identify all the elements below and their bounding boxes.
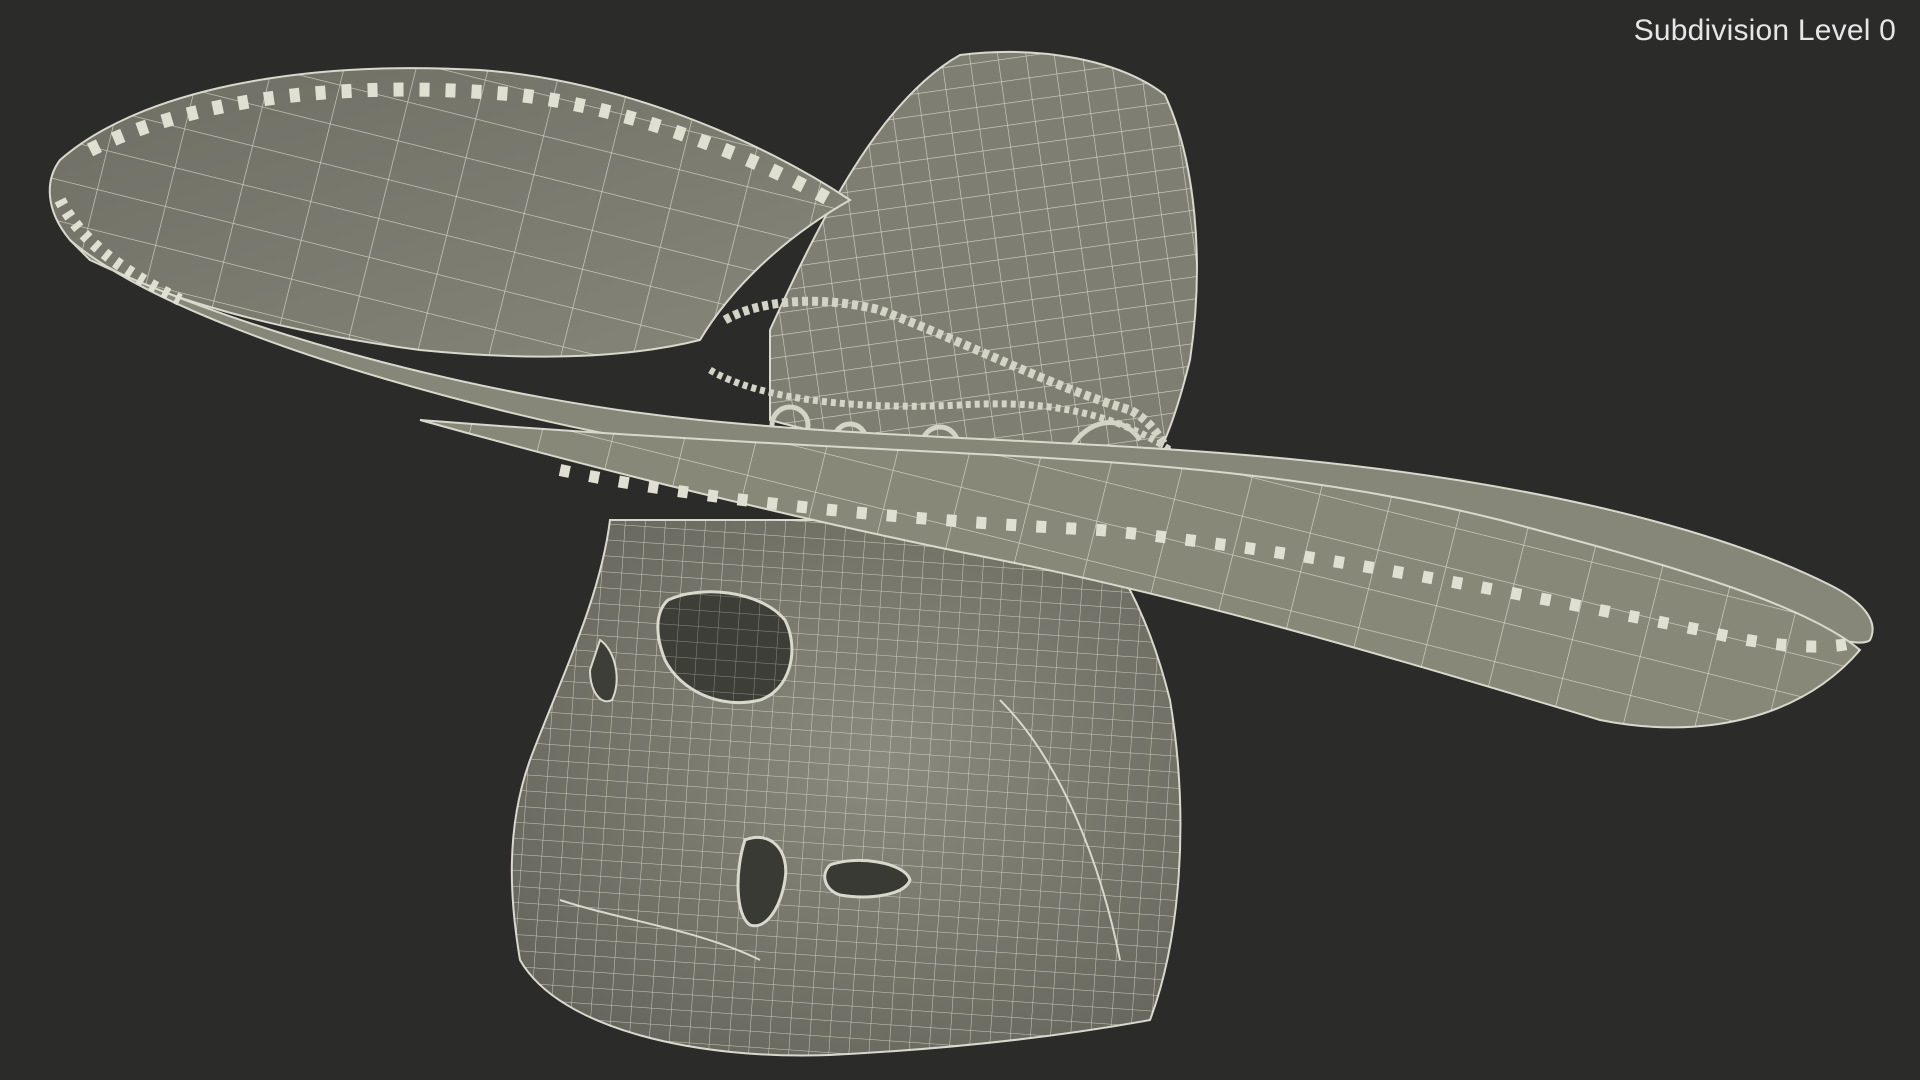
skull-mesh [510,519,1182,1057]
hat-crown-mesh [708,50,1198,482]
subdivision-level-label: Subdivision Level 0 [1633,14,1896,47]
wireframe-render [48,50,1874,1057]
render-viewport: Subdivision Level 0 [0,0,1920,1080]
